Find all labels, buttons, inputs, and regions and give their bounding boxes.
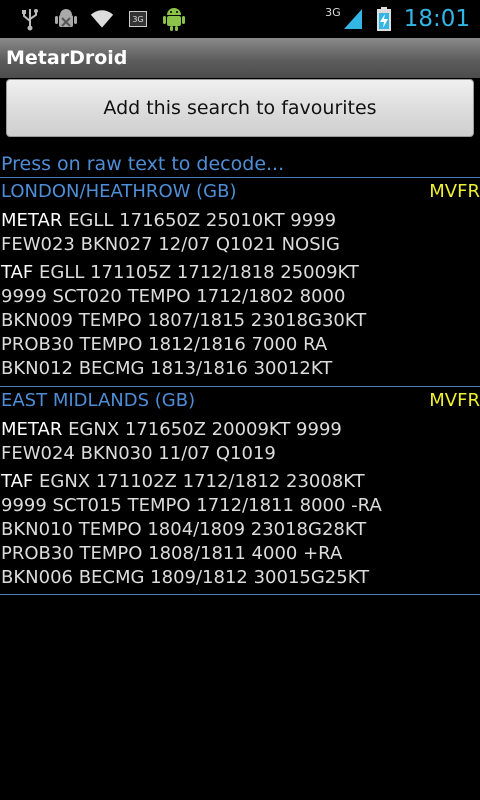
status-clock: 18:01	[403, 6, 470, 32]
app-title: MetarDroid	[6, 47, 128, 69]
decode-hint: Press on raw text to decode...	[1, 153, 285, 175]
android-robot-icon	[162, 7, 186, 31]
station-header[interactable]: LONDON/HEATHROW (GB) MVFR	[0, 177, 480, 205]
app-title-bar: MetarDroid	[0, 38, 480, 78]
taf-line: BKN012 BECMG 1813/1816 30012KT	[1, 358, 333, 379]
taf-report[interactable]: TAF EGNX 171102Z 1712/1812 23008KT 9999 …	[0, 470, 480, 590]
metar-label: METAR	[1, 210, 63, 231]
taf-label: TAF	[1, 262, 34, 283]
taf-line: PROB30 TEMPO 1808/1811 4000 +RA	[1, 543, 343, 564]
flight-category-badge: MVFR	[429, 181, 480, 202]
network-type-label: 3G	[325, 6, 341, 19]
taf-report[interactable]: TAF EGLL 171105Z 1712/1818 25009KT 9999 …	[0, 261, 480, 381]
battery-charging-icon	[372, 7, 396, 31]
metar-line: FEW024 BKN030 11/07 Q1019	[1, 443, 276, 464]
station-card-london: LONDON/HEATHROW (GB) MVFR METAR EGLL 171…	[0, 177, 480, 381]
notification-area: 3G	[0, 7, 186, 31]
svg-text:3G: 3G	[132, 15, 143, 24]
metar-report[interactable]: METAR EGNX 171650Z 20009KT 9999 FEW024 B…	[0, 418, 480, 466]
metar-line: FEW023 BKN027 12/07 Q1021 NOSIG	[1, 234, 340, 255]
metar-label: METAR	[1, 419, 63, 440]
flight-category-badge: MVFR	[429, 390, 480, 411]
metar-line: EGLL 171650Z 25010KT 9999	[68, 210, 337, 231]
sim-3g-icon: 3G	[126, 7, 150, 31]
taf-line: EGLL 171105Z 1712/1818 25009KT	[39, 262, 359, 283]
usb-icon	[18, 7, 42, 31]
taf-line: 9999 SCT015 TEMPO 1712/1811 8000 -RA	[1, 495, 382, 516]
station-header[interactable]: EAST MIDLANDS (GB) MVFR	[0, 386, 480, 414]
taf-line: EGNX 171102Z 1712/1812 23008KT	[39, 471, 365, 492]
taf-line: PROB30 TEMPO 1812/1816 7000 RA	[1, 334, 328, 355]
station-name: EAST MIDLANDS (GB)	[1, 390, 196, 411]
system-status-area: 3G 18:01	[325, 0, 480, 38]
list-divider	[0, 594, 480, 595]
taf-line: 9999 SCT020 TEMPO 1712/1802 8000	[1, 286, 346, 307]
signal-3g-icon: 3G	[325, 7, 364, 31]
taf-line: BKN006 BECMG 1809/1812 30015G25KT	[1, 567, 370, 588]
taf-label: TAF	[1, 471, 34, 492]
station-name: LONDON/HEATHROW (GB)	[1, 181, 237, 202]
add-to-favourites-button[interactable]: Add this search to favourites	[6, 79, 474, 137]
metar-line: EGNX 171650Z 20009KT 9999	[68, 419, 342, 440]
wifi-icon	[90, 7, 114, 31]
taf-line: BKN010 TEMPO 1804/1809 23018G28KT	[1, 519, 367, 540]
metar-report[interactable]: METAR EGLL 171650Z 25010KT 9999 FEW023 B…	[0, 209, 480, 257]
status-bar: 3G 3G 18:01	[0, 0, 480, 38]
taf-line: BKN009 TEMPO 1807/1815 23018G30KT	[1, 310, 367, 331]
station-card-east-midlands: EAST MIDLANDS (GB) MVFR METAR EGNX 17165…	[0, 386, 480, 595]
android-debug-icon	[54, 7, 78, 31]
